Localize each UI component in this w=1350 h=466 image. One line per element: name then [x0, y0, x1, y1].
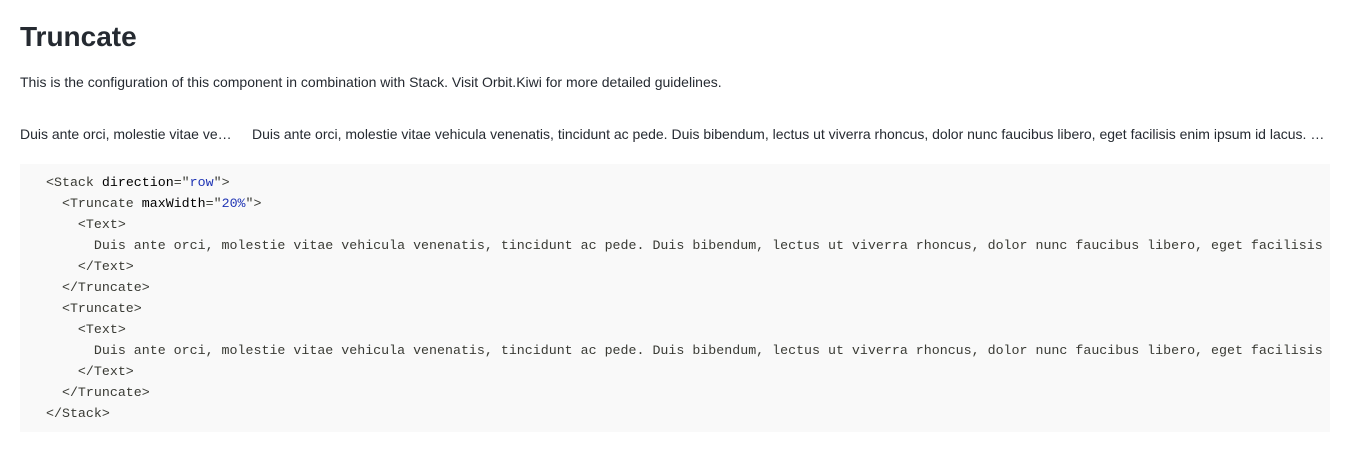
stack-demo: Duis ante orci, molestie vitae vehicula …	[20, 124, 1330, 144]
code-punct: ">	[245, 196, 262, 211]
code-line-truncate-close: </Truncate>	[46, 382, 1330, 403]
code-example: <Stack direction="row"> <Truncate maxWid…	[20, 164, 1330, 432]
code-tag: </Text>	[77, 364, 134, 379]
code-punct: ="	[205, 196, 222, 211]
truncate-max-width-20: Duis ante orci, molestie vitae vehicula …	[20, 126, 232, 142]
code-text-content: Duis ante orci, molestie vitae vehicula …	[93, 238, 1323, 253]
code-attr-value: 20%	[221, 196, 246, 211]
code-tag: <Stack	[46, 175, 94, 190]
code-punct: ="	[173, 175, 190, 190]
code-line-text-content: Duis ante orci, molestie vitae vehicula …	[46, 235, 1330, 256]
code-line-text-content: Duis ante orci, molestie vitae vehicula …	[46, 340, 1330, 361]
code-tag: </Truncate>	[61, 385, 150, 400]
code-tag: <Text>	[77, 322, 126, 337]
page-title: Truncate	[20, 21, 137, 52]
code-line-text-open: <Text>	[46, 319, 1330, 340]
code-tag: <Truncate>	[61, 301, 142, 316]
code-line-stack-open: <Stack direction="row">	[46, 172, 1330, 193]
code-line-truncate-close: </Truncate>	[46, 277, 1330, 298]
code-line-text-close: </Text>	[46, 256, 1330, 277]
code-tag: </Truncate>	[61, 280, 150, 295]
code-tag: </Text>	[77, 259, 134, 274]
code-text-content: Duis ante orci, molestie vitae vehicula …	[93, 343, 1323, 358]
page-description: This is the configuration of this compon…	[20, 74, 722, 90]
code-attr-value: row	[189, 175, 214, 190]
code-tag: <Truncate	[61, 196, 134, 211]
code-line-text-close: </Text>	[46, 361, 1330, 382]
code-attr-name: maxWidth	[141, 196, 206, 211]
truncate-default: Duis ante orci, molestie vitae vehicula …	[252, 126, 1330, 142]
code-tag: <Text>	[77, 217, 126, 232]
page: Truncate This is the configuration of th…	[0, 0, 1350, 466]
code-line-truncate-open: <Truncate>	[46, 298, 1330, 319]
code-line-text-open: <Text>	[46, 214, 1330, 235]
code-punct: ">	[213, 175, 230, 190]
code-line-stack-close: </Stack>	[46, 403, 1330, 424]
code-attr-name: direction	[101, 175, 174, 190]
code-tag: </Stack>	[46, 406, 110, 421]
code-line-truncate-open: <Truncate maxWidth="20%">	[46, 193, 1330, 214]
